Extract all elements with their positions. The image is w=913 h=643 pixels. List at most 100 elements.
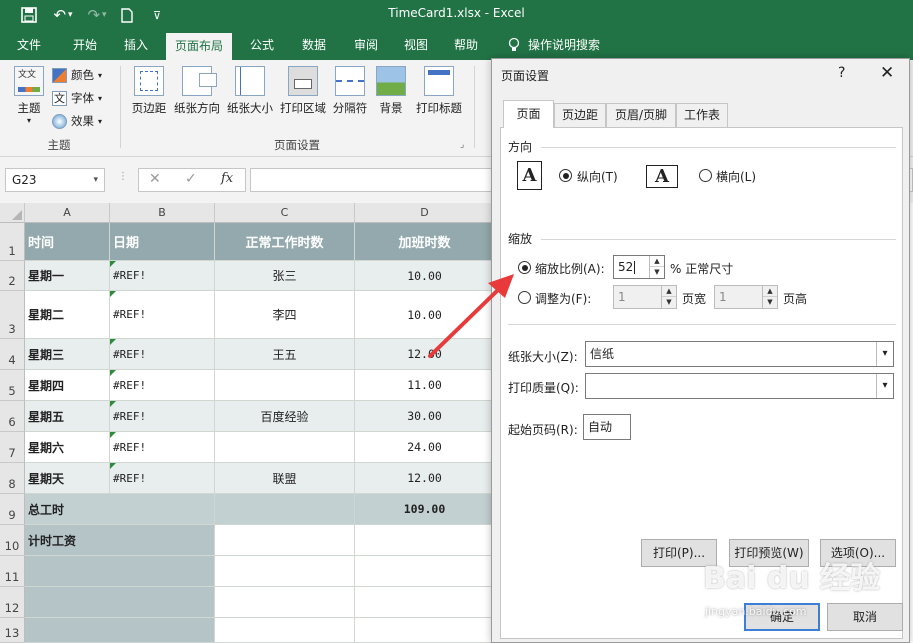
tell-me-search[interactable]: 操作说明搜索 (528, 30, 608, 60)
row-header[interactable]: 1 (0, 223, 25, 261)
fit-tall-spinner[interactable]: ▲ ▼ (762, 286, 777, 308)
print-quality-select[interactable]: ▾ (585, 373, 894, 399)
themes-button[interactable]: 文文 主题 ▾ (12, 66, 46, 125)
table-cell-date[interactable]: #REF! (110, 339, 215, 370)
table-cell-day[interactable]: 星期四 (25, 370, 110, 401)
row-header[interactable]: 10 (0, 525, 25, 556)
total-label-cell[interactable]: 总工时 (25, 494, 215, 525)
row-header[interactable]: 2 (0, 261, 25, 291)
spin-down-icon[interactable]: ▼ (662, 297, 676, 308)
table-cell-normal[interactable] (215, 432, 355, 463)
select-all-corner[interactable] (0, 203, 25, 223)
table-cell-overtime[interactable]: 10.00 (355, 261, 495, 291)
close-icon[interactable]: ✕ (880, 63, 894, 83)
tab-review[interactable]: 审阅 (344, 30, 388, 60)
adjust-to-label[interactable]: 缩放比例(A): (535, 260, 605, 277)
spin-down-icon[interactable]: ▼ (650, 267, 664, 278)
cancel-icon[interactable]: ✕ (149, 171, 161, 187)
margins-button[interactable]: 页边距 (128, 66, 170, 116)
column-header-b[interactable]: B (110, 203, 215, 223)
table-cell[interactable] (25, 587, 215, 618)
table-cell-date[interactable]: #REF! (110, 261, 215, 291)
table-cell[interactable] (25, 618, 215, 643)
table-cell-date[interactable]: #REF! (110, 463, 215, 494)
table-cell-overtime[interactable]: 10.00 (355, 291, 495, 339)
header-cell-normal-hours[interactable]: 正常工作时数 (215, 223, 355, 261)
table-cell-normal[interactable]: 联盟 (215, 463, 355, 494)
fonts-button[interactable]: 文 字体 ▾ (52, 90, 102, 106)
tab-sheet[interactable]: 工作表 (676, 103, 728, 127)
tab-margins[interactable]: 页边距 (554, 103, 606, 127)
table-cell-normal[interactable]: 百度经验 (215, 401, 355, 432)
print-titles-button[interactable]: 打印标题 (412, 66, 466, 116)
chevron-down-icon[interactable]: ▾ (876, 342, 893, 366)
tab-view[interactable]: 视图 (394, 30, 438, 60)
portrait-label[interactable]: 纵向(T) (577, 168, 618, 185)
effects-button[interactable]: 效果 ▾ (52, 113, 102, 129)
table-cell-overtime[interactable]: 12.00 (355, 339, 495, 370)
fit-tall-input[interactable]: 1 ▲ ▼ (714, 285, 778, 309)
spin-up-icon[interactable]: ▲ (763, 286, 777, 297)
dialog-launcher-icon[interactable]: ⌟ (460, 140, 464, 150)
table-cell[interactable] (215, 525, 355, 556)
table-cell-overtime[interactable]: 12.00 (355, 463, 495, 494)
spin-up-icon[interactable]: ▲ (662, 286, 676, 297)
table-cell[interactable] (25, 556, 215, 587)
tab-insert[interactable]: 插入 (114, 30, 158, 60)
table-cell-overtime[interactable]: 11.00 (355, 370, 495, 401)
tab-header-footer[interactable]: 页眉/页脚 (606, 103, 676, 127)
tab-page-layout[interactable]: 页面布局 (166, 33, 232, 60)
table-cell-normal[interactable]: 李四 (215, 291, 355, 339)
row-header[interactable]: 7 (0, 432, 25, 463)
landscape-label[interactable]: 横向(L) (716, 168, 756, 185)
landscape-radio[interactable] (699, 169, 712, 182)
table-cell-date[interactable]: #REF! (110, 370, 215, 401)
header-cell-overtime[interactable]: 加班时数 (355, 223, 495, 261)
fit-to-label[interactable]: 调整为(F): (535, 290, 591, 307)
row-header[interactable]: 11 (0, 556, 25, 587)
table-cell-date[interactable]: #REF! (110, 401, 215, 432)
colors-button[interactable]: 颜色 ▾ (52, 67, 102, 83)
table-cell[interactable] (215, 618, 355, 643)
table-cell-day[interactable]: 星期五 (25, 401, 110, 432)
table-cell-normal[interactable]: 王五 (215, 339, 355, 370)
tab-page[interactable]: 页面 (503, 100, 554, 128)
table-cell-day[interactable]: 星期二 (25, 291, 110, 339)
table-cell[interactable] (355, 556, 495, 587)
chevron-down-icon[interactable]: ▾ (876, 374, 893, 398)
header-cell-date[interactable]: 日期 (110, 223, 215, 261)
print-area-button[interactable]: 打印区域 (278, 66, 328, 116)
table-cell-day[interactable]: 星期天 (25, 463, 110, 494)
first-page-input[interactable]: 自动 (583, 414, 631, 440)
fit-to-radio[interactable] (518, 291, 531, 304)
spin-down-icon[interactable]: ▼ (763, 297, 777, 308)
table-cell-day[interactable]: 星期三 (25, 339, 110, 370)
row-header[interactable]: 13 (0, 618, 25, 643)
fit-wide-spinner[interactable]: ▲ ▼ (661, 286, 676, 308)
table-cell-day[interactable]: 星期一 (25, 261, 110, 291)
total-empty-cell[interactable] (215, 494, 355, 525)
header-cell-time[interactable]: 时间 (25, 223, 110, 261)
table-cell-overtime[interactable]: 24.00 (355, 432, 495, 463)
row-header[interactable]: 3 (0, 291, 25, 339)
row-header[interactable]: 5 (0, 370, 25, 401)
spin-up-icon[interactable]: ▲ (650, 256, 664, 267)
column-header-d[interactable]: D (355, 203, 495, 223)
wage-label-cell[interactable]: 计时工资 (25, 525, 215, 556)
table-cell[interactable] (355, 525, 495, 556)
background-button[interactable]: 背景 (374, 66, 408, 116)
table-cell-date[interactable]: #REF! (110, 432, 215, 463)
table-cell-day[interactable]: 星期六 (25, 432, 110, 463)
column-header-a[interactable]: A (25, 203, 110, 223)
orientation-button[interactable]: 纸张方向 (172, 66, 222, 116)
insert-function-icon[interactable]: fx (221, 171, 233, 186)
help-icon[interactable]: ? (838, 65, 845, 81)
tab-home[interactable]: 开始 (60, 30, 110, 60)
tab-help[interactable]: 帮助 (444, 30, 488, 60)
tab-formulas[interactable]: 公式 (240, 30, 284, 60)
scale-percent-input[interactable]: 52 ▲ ▼ (613, 255, 665, 279)
row-header[interactable]: 12 (0, 587, 25, 618)
tab-data[interactable]: 数据 (292, 30, 336, 60)
tab-file[interactable]: 文件 (6, 30, 52, 60)
table-cell[interactable] (215, 556, 355, 587)
